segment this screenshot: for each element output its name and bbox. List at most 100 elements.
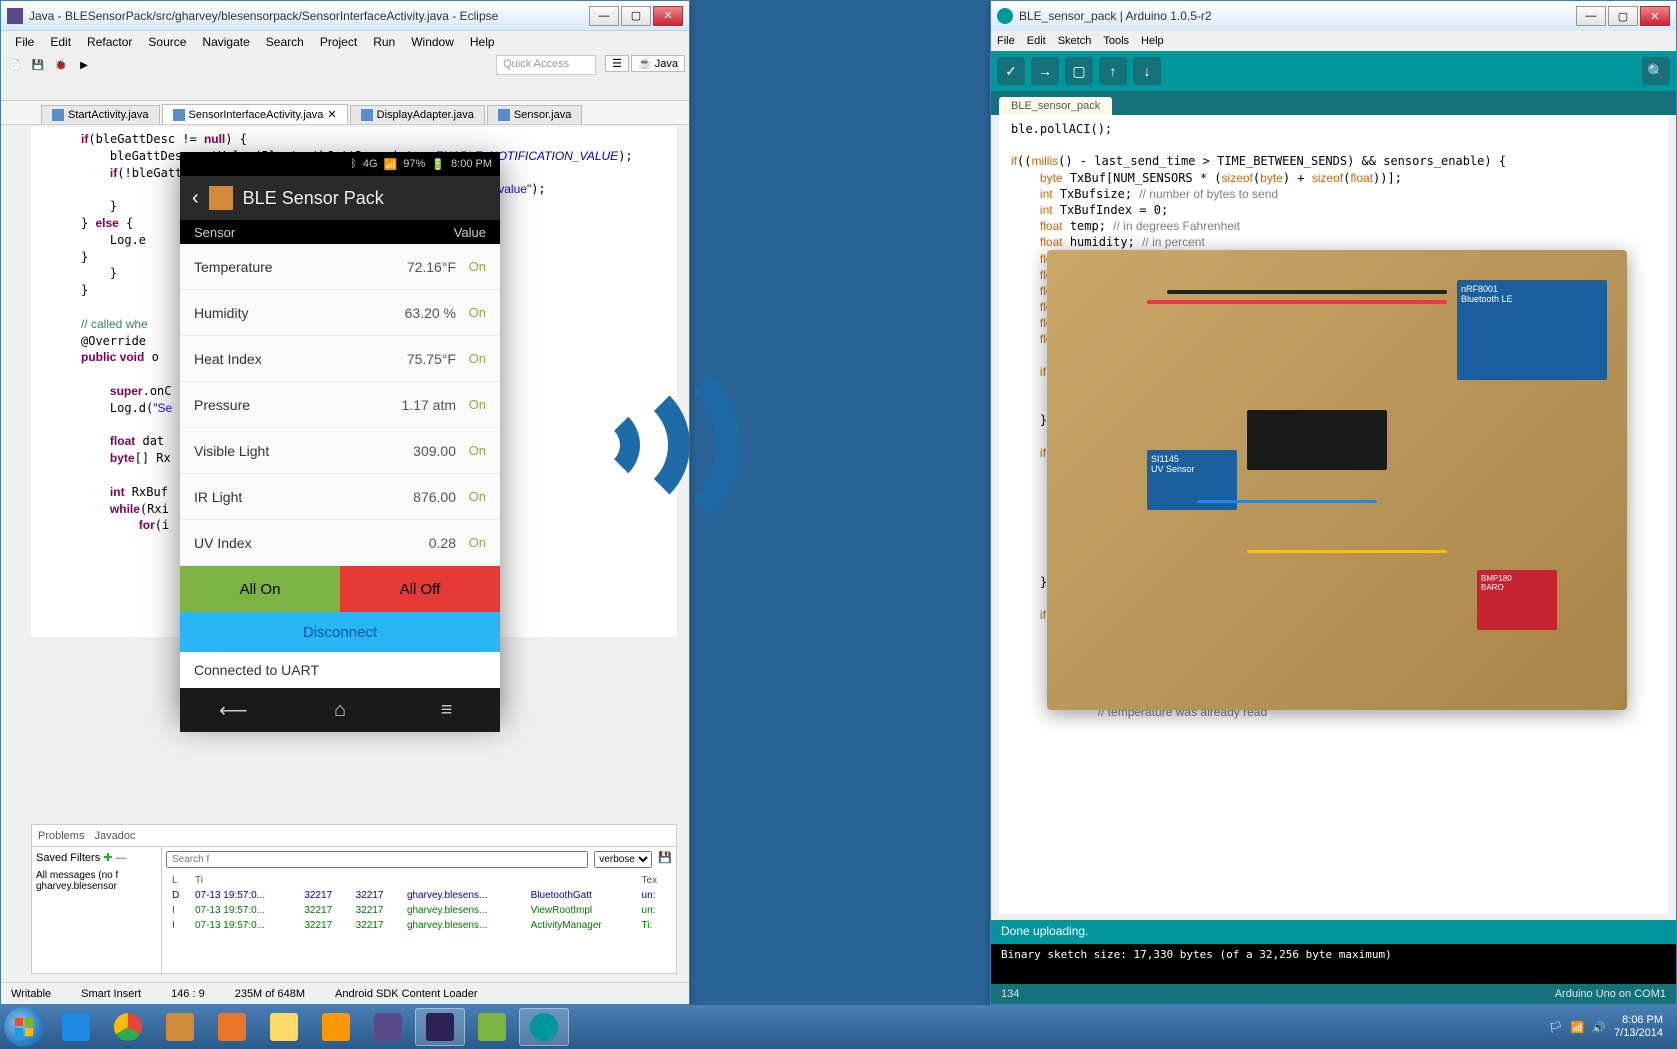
minimize-button[interactable]: — (589, 6, 619, 26)
tab-startactivity[interactable]: StartActivity.java (41, 105, 160, 124)
new-button[interactable]: 📄 (5, 55, 25, 75)
maximize-button[interactable]: ▢ (621, 6, 651, 26)
serial-monitor-button[interactable]: 🔍 (1642, 57, 1670, 85)
sensor-row-pressure[interactable]: Pressure1.17 atmOn (180, 382, 500, 428)
log-row[interactable]: I07-13 19:57:0...3221732217gharvey.blese… (168, 904, 670, 917)
system-tray: 🏳 📶 🔊 8:06 PM 7/13/2014 (1539, 1014, 1673, 1040)
taskbar-media[interactable] (311, 1008, 361, 1046)
taskbar-arduino[interactable] (519, 1008, 569, 1046)
close-button[interactable]: ✕ (653, 6, 683, 26)
menu-sketch[interactable]: Sketch (1058, 35, 1092, 47)
upload-button[interactable]: → (1031, 57, 1059, 85)
circuit-board-image: nRF8001 Bluetooth LE SI1145 UV Sensor BM… (1047, 250, 1627, 710)
tray-clock[interactable]: 8:06 PM 7/13/2014 (1614, 1014, 1663, 1040)
sensor-row-ir-light[interactable]: IR Light876.00On (180, 474, 500, 520)
menu-project[interactable]: Project (312, 33, 365, 51)
logcat-level-select[interactable]: verbose (594, 851, 652, 868)
taskbar-app1[interactable] (155, 1008, 205, 1046)
menu-source[interactable]: Source (140, 33, 194, 51)
sensor-row-humidity[interactable]: Humidity63.20 %On (180, 290, 500, 336)
quick-access-input[interactable]: Quick Access (496, 55, 596, 75)
tab-problems[interactable]: Problems (38, 830, 84, 842)
app-icon (209, 186, 233, 210)
filter-app[interactable]: gharvey.blesensor (36, 881, 157, 892)
menu-help[interactable]: Help (1141, 35, 1164, 47)
app-title: BLE Sensor Pack (243, 188, 384, 209)
menu-search[interactable]: Search (258, 33, 312, 51)
java-file-icon (52, 109, 64, 121)
menu-run[interactable]: Run (365, 33, 403, 51)
back-button[interactable]: ‹ (192, 187, 199, 210)
status-memory: 235M of 648M (235, 988, 305, 1000)
status-writable: Writable (11, 988, 51, 1000)
save-sketch-button[interactable]: ↓ (1133, 57, 1161, 85)
open-perspective-button[interactable]: ☰ (605, 55, 629, 72)
tray-network-icon[interactable]: 📶 (1571, 1021, 1585, 1034)
java-file-icon (173, 109, 185, 121)
taskbar-matlab[interactable] (207, 1008, 257, 1046)
run-button[interactable]: ▶ (74, 55, 94, 75)
open-sketch-button[interactable]: ↑ (1099, 57, 1127, 85)
clock: 8:00 PM (451, 158, 492, 170)
new-sketch-button[interactable]: ▢ (1065, 57, 1093, 85)
all-off-button[interactable]: All Off (340, 566, 500, 612)
debug-button[interactable]: 🐞 (51, 55, 71, 75)
disconnect-button[interactable]: Disconnect (180, 612, 500, 652)
eclipse-titlebar[interactable]: Java - BLESensorPack/src/gharvey/blesens… (1, 1, 689, 31)
status-position: 146 : 9 (171, 988, 205, 1000)
windows-taskbar: 🏳 📶 🔊 8:06 PM 7/13/2014 (0, 1005, 1677, 1049)
menu-edit[interactable]: Edit (42, 33, 79, 51)
tab-sensorinterfaceactivity[interactable]: SensorInterfaceActivity.java ✕ (162, 104, 348, 124)
taskbar-app3[interactable] (467, 1008, 517, 1046)
tray-volume-icon[interactable]: 🔊 (1592, 1021, 1606, 1034)
verify-button[interactable]: ✓ (997, 57, 1025, 85)
sensor-list: Temperature72.16°FOn Humidity63.20 %On H… (180, 244, 500, 566)
taskbar-eclipse[interactable] (415, 1008, 465, 1046)
sensor-row-visible-light[interactable]: Visible Light309.00On (180, 428, 500, 474)
arduino-titlebar[interactable]: BLE_sensor_pack | Arduino 1.0.5-r2 — ▢ ✕ (991, 1, 1676, 31)
taskbar-chrome[interactable] (103, 1008, 153, 1046)
windows-logo-icon (13, 1016, 35, 1038)
java-perspective-button[interactable]: ☕ Java (631, 55, 685, 72)
minimize-button[interactable]: — (1576, 6, 1606, 26)
taskbar-ie[interactable] (51, 1008, 101, 1046)
menu-edit[interactable]: Edit (1027, 35, 1046, 47)
all-on-button[interactable]: All On (180, 566, 340, 612)
save-button[interactable]: 💾 (28, 55, 48, 75)
menu-window[interactable]: Window (403, 33, 462, 51)
sensor-row-temperature[interactable]: Temperature72.16°FOn (180, 244, 500, 290)
close-button[interactable]: ✕ (1640, 6, 1670, 26)
nav-home-button[interactable]: ⌂ (320, 699, 360, 722)
taskbar-explorer[interactable] (259, 1008, 309, 1046)
bluetooth-icon: ᛒ (350, 158, 357, 170)
log-row[interactable]: I07-13 19:57:0...3221732217gharvey.blese… (168, 919, 670, 932)
menu-file[interactable]: File (997, 35, 1015, 47)
tray-flag-icon[interactable]: 🏳 (1549, 1021, 1563, 1034)
sensor-row-heat-index[interactable]: Heat Index75.75°FOn (180, 336, 500, 382)
nav-back-button[interactable]: ⟵ (213, 698, 253, 723)
start-button[interactable] (4, 1007, 44, 1047)
maximize-button[interactable]: ▢ (1608, 6, 1638, 26)
tab-javadoc[interactable]: Javadoc (94, 830, 135, 842)
menu-help[interactable]: Help (462, 33, 503, 51)
logcat-search-input[interactable] (166, 851, 588, 868)
menu-refactor[interactable]: Refactor (79, 33, 140, 51)
eclipse-title: Java - BLESensorPack/src/gharvey/blesens… (29, 9, 589, 23)
tab-sensor[interactable]: Sensor.java (487, 105, 582, 124)
menu-file[interactable]: File (7, 33, 42, 51)
arduino-sketch-tab[interactable]: BLE_sensor_pack (999, 97, 1112, 115)
save-log-icon[interactable]: 💾 (658, 851, 672, 868)
app-icon (166, 1013, 194, 1041)
folder-icon (270, 1013, 298, 1041)
filter-all-messages[interactable]: All messages (no f (36, 870, 157, 881)
menu-tools[interactable]: Tools (1103, 35, 1129, 47)
sensor-row-uv-index[interactable]: UV Index0.28On (180, 520, 500, 566)
taskbar-app2[interactable] (363, 1008, 413, 1046)
phone-app-header: ‹ BLE Sensor Pack (180, 176, 500, 220)
arduino-toolbar: ✓ → ▢ ↑ ↓ 🔍 (991, 51, 1676, 91)
nav-recent-button[interactable]: ≡ (427, 699, 467, 722)
tab-displayadapter[interactable]: DisplayAdapter.java (350, 105, 485, 124)
log-row[interactable]: D07-13 19:57:0...3221732217gharvey.blese… (168, 889, 670, 902)
menu-navigate[interactable]: Navigate (194, 33, 257, 51)
eclipse-statusbar: Writable Smart Insert 146 : 9 235M of 64… (1, 982, 689, 1004)
